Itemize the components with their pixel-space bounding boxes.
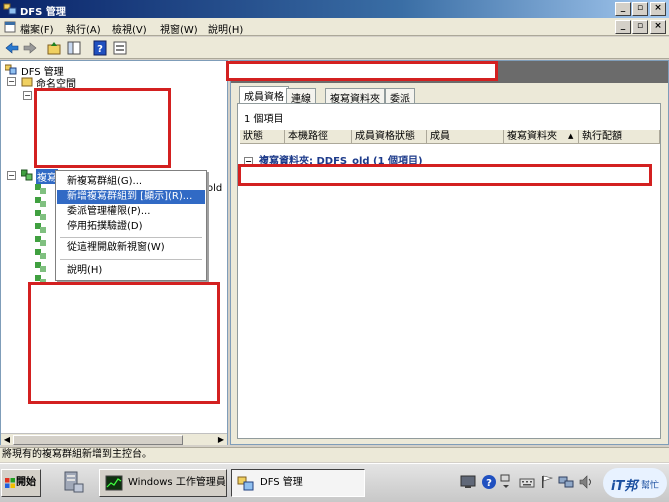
dfs-task-label: DFS 管理: [260, 477, 303, 488]
collapse-icon[interactable]: −: [7, 171, 16, 180]
tray-overflow-icon[interactable]: [500, 474, 512, 490]
redaction-box: [226, 61, 498, 81]
show-hide-tree-icon[interactable]: [66, 40, 82, 56]
column-local-path[interactable]: 本機路徑: [285, 130, 352, 144]
tree-partial-text: old: [207, 183, 223, 194]
menu-action[interactable]: 執行(A): [66, 21, 101, 36]
svg-text:?: ?: [486, 478, 492, 489]
collapse-icon[interactable]: −: [7, 77, 16, 86]
namespace-icon: [21, 77, 33, 87]
scrollbar-thumb[interactable]: [13, 435, 183, 445]
brand-main-text: iT邦: [611, 479, 638, 494]
mdi-close-button[interactable]: ×: [650, 20, 666, 34]
minimize-button[interactable]: _: [615, 2, 631, 16]
start-label: 開始: [16, 477, 36, 488]
column-member[interactable]: 成員: [427, 130, 504, 144]
menu-separator: [60, 259, 202, 260]
scroll-left-arrow-icon[interactable]: ◀: [1, 434, 13, 446]
taskbar-task-manager[interactable]: Windows 工作管理員: [99, 469, 227, 497]
mdi-restore-button[interactable]: ▫: [632, 20, 648, 34]
dfs-app-icon: [237, 476, 254, 491]
column-enforce-quota[interactable]: 執行配額: [579, 130, 660, 144]
task-manager-icon: [105, 475, 123, 491]
membership-panel: 1 個項目 狀態 本機路徑 成員資格狀態 成員 複寫資料夾 ▲ 執行配額 − 複寫…: [237, 103, 661, 439]
document-icon: [4, 21, 16, 33]
tab-delegation[interactable]: 委派: [385, 88, 415, 105]
title-bar: DFS 管理 _ ▫ ×: [0, 0, 669, 18]
forward-arrow-icon[interactable]: [22, 40, 38, 56]
dfs-root-icon: [5, 64, 17, 75]
replication-group-icon[interactable]: [35, 222, 47, 234]
menu-item-new-window-from-here[interactable]: 從這裡開啟新視窗(W): [57, 241, 205, 255]
redaction-box: [34, 88, 171, 168]
server-manager-icon[interactable]: [62, 470, 84, 494]
flag-icon[interactable]: [539, 474, 555, 490]
mdi-minimize-button[interactable]: _: [615, 20, 631, 34]
menu-file[interactable]: 檔案(F): [20, 21, 54, 36]
svg-text:?: ?: [97, 44, 103, 55]
menu-item-help[interactable]: 說明(H): [57, 264, 205, 278]
column-status[interactable]: 狀態: [240, 130, 285, 144]
status-bar: 將現有的複寫群組新增到主控台。: [0, 447, 669, 462]
column-membership-status[interactable]: 成員資格狀態: [352, 130, 427, 144]
replication-group-icon[interactable]: [35, 183, 47, 195]
menu-item-add-replication-group-to-display[interactable]: 新增複寫群組到 [顯示](R)...: [57, 190, 205, 204]
tray-monitor-icon[interactable]: [460, 474, 476, 490]
brand-sub-text: 幫忙: [641, 481, 660, 491]
replication-group-icon[interactable]: [35, 209, 47, 221]
windows-flag-icon: [5, 478, 15, 488]
properties-icon[interactable]: [112, 40, 128, 56]
menu-item-delegate-permissions[interactable]: 委派管理權限(P)...: [57, 205, 205, 219]
item-count: 1 個項目: [244, 114, 284, 125]
redaction-box: [238, 164, 652, 186]
menu-help[interactable]: 說明(H): [208, 21, 243, 36]
network-icon[interactable]: [558, 474, 574, 490]
brand-logo: iT邦 幫忙: [603, 468, 667, 498]
up-folder-icon[interactable]: [46, 40, 62, 56]
context-menu: 新複寫群組(G)... 新增複寫群組到 [顯示](R)... 委派管理權限(P)…: [55, 170, 207, 281]
menu-item-new-replication-group[interactable]: 新複寫群組(G)...: [57, 175, 205, 189]
redaction-box: [28, 282, 220, 404]
toolbar: ?: [0, 37, 669, 59]
menu-separator: [60, 237, 202, 238]
volume-icon[interactable]: [578, 474, 594, 490]
replication-group-icon[interactable]: [35, 261, 47, 273]
start-button[interactable]: 開始: [1, 469, 41, 497]
back-arrow-icon[interactable]: [4, 40, 20, 56]
menu-bar: 檔案(F) 執行(A) 檢視(V) 視窗(W) 說明(H) _ ▫ ×: [0, 18, 669, 36]
restore-button[interactable]: ▫: [632, 2, 648, 16]
replication-group-icon[interactable]: [35, 235, 47, 247]
dfs-app-icon: [3, 3, 17, 15]
window-title: DFS 管理: [20, 7, 66, 18]
keyboard-icon[interactable]: [519, 474, 535, 490]
status-text: 將現有的複寫群組新增到主控台。: [2, 449, 152, 460]
collapse-icon[interactable]: −: [23, 91, 32, 100]
replication-group-icon[interactable]: [35, 248, 47, 260]
tab-membership[interactable]: 成員資格: [239, 86, 289, 103]
scroll-right-arrow-icon[interactable]: ▶: [215, 434, 227, 446]
tab-replicated-folders[interactable]: 複寫資料夾: [325, 88, 385, 105]
replication-icon: [21, 169, 33, 181]
menu-view[interactable]: 檢視(V): [112, 21, 147, 36]
menu-window[interactable]: 視窗(W): [160, 21, 198, 36]
sort-ascending-icon: ▲: [568, 132, 574, 140]
tree-horizontal-scrollbar[interactable]: ◀ ▶: [1, 433, 227, 445]
menu-item-disable-topology-validation[interactable]: 停用拓撲驗證(D): [57, 220, 205, 234]
task-manager-label: Windows 工作管理員: [128, 477, 226, 488]
help-icon[interactable]: ?: [92, 40, 108, 56]
details-pane: 成員資格 連線 複寫資料夾 委派 1 個項目 狀態 本機路徑 成員資格狀態 成員…: [230, 60, 669, 445]
taskbar: 開始 Windows 工作管理員 DFS 管理 ? iT邦 幫忙: [0, 463, 669, 502]
taskbar-dfs-management[interactable]: DFS 管理: [231, 469, 365, 497]
help-icon[interactable]: ?: [481, 474, 497, 490]
close-button[interactable]: ×: [650, 2, 666, 16]
tab-connections[interactable]: 連線: [286, 88, 316, 105]
replication-group-icon[interactable]: [35, 196, 47, 208]
